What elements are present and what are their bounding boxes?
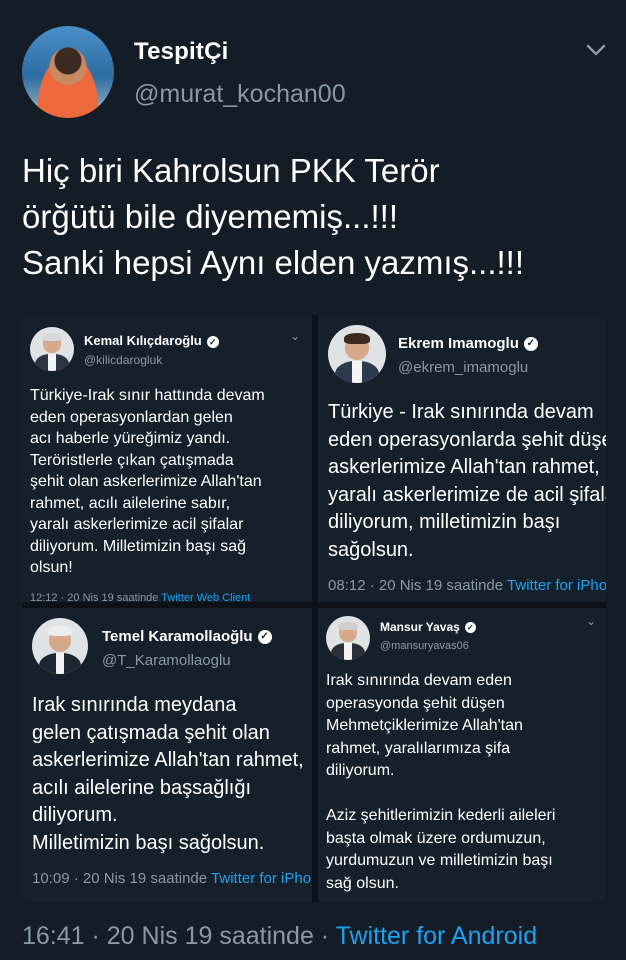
card-avatar <box>328 325 386 383</box>
tweet-media-collage[interactable]: Kemal Kılıçdaroğlu ✓ @kilicdarogluk ⌄ Tür… <box>22 315 606 902</box>
verified-badge-icon: ✓ <box>206 335 219 348</box>
tweet-text: Hiç biri Kahrolsun PKK Terör örğütü bile… <box>22 152 524 281</box>
card-tweet-text: Irak sınırında meydana gelen çatışmada ş… <box>32 694 304 854</box>
tweet-header: TespitÇi @murat_kochan00 <box>0 0 626 140</box>
card-time: 10:09 · 20 Nis 19 saatinde <box>32 870 208 887</box>
card-time: 12:12 · 20 Nis 19 saatinde <box>30 592 159 602</box>
card-timestamp: 10:09 · 20 Nis 19 saatinde Twitter for i… <box>32 870 312 887</box>
card-avatar <box>32 618 88 674</box>
card-tweet-text: Irak sınırında devam eden operasyonda şe… <box>326 672 556 892</box>
embedded-tweet-card: Kemal Kılıçdaroğlu ✓ @kilicdarogluk ⌄ Tür… <box>22 315 312 602</box>
card-source: Twitter Web Client <box>161 592 251 602</box>
card-author-name: Mansur Yavaş ✓ <box>380 620 476 634</box>
card-author-name-text: Temel Karamollaoğlu <box>102 628 253 645</box>
verified-badge-icon: ✓ <box>257 630 272 645</box>
card-timestamp: 12:12 · 20 Nis 19 saatinde Twitter Web C… <box>30 592 250 602</box>
author-avatar[interactable] <box>22 26 114 118</box>
card-author-handle: @T_Karamollaoglu <box>102 652 231 669</box>
verified-badge-icon: ✓ <box>464 622 476 634</box>
card-author-name-text: Mansur Yavaş <box>380 620 460 634</box>
embedded-tweet-card: Mansur Yavaş ✓ @mansuryavas06 ⌄ Irak sını… <box>318 608 606 902</box>
card-avatar <box>326 616 370 660</box>
card-author-name: Temel Karamollaoğlu ✓ <box>102 628 272 645</box>
card-source: Twitter for iPhone <box>211 870 312 887</box>
card-tweet-text: Türkiye - Irak sınırında devam eden oper… <box>328 401 606 561</box>
chevron-down-icon[interactable] <box>584 38 608 62</box>
tweet-timestamp-footer: 16:41 · 20 Nis 19 saatinde · Twitter for… <box>22 922 537 951</box>
card-source: Twitter for iPhone <box>507 577 606 594</box>
card-timestamp: 08:12 · 20 Nis 19 saatinde Twitter for i… <box>328 577 606 594</box>
embedded-tweet-card: Ekrem Imamoglu ✓ @ekrem_imamoglu Türkiye … <box>318 315 606 602</box>
card-time: 08:12 · 20 Nis 19 saatinde <box>328 577 504 594</box>
author-handle[interactable]: @murat_kochan00 <box>134 80 346 109</box>
card-tweet-text: Türkiye-Irak sınır hattında devam eden o… <box>30 387 265 576</box>
verified-badge-icon: ✓ <box>523 337 538 352</box>
tweet-source-link[interactable]: Twitter for Android <box>336 922 537 950</box>
card-author-handle: @ekrem_imamoglu <box>398 359 529 376</box>
embedded-tweet-card: Temel Karamollaoğlu ✓ @T_Karamollaoglu Ir… <box>22 608 312 902</box>
card-author-name-text: Ekrem Imamoglu <box>398 335 519 352</box>
card-author-handle: @mansuryavas06 <box>380 640 469 652</box>
chevron-down-icon: ⌄ <box>586 614 597 628</box>
card-author-name-text: Kemal Kılıçdaroğlu <box>84 333 202 348</box>
chevron-down-icon: ⌄ <box>290 329 301 343</box>
tweet-timestamp[interactable]: 16:41 · 20 Nis 19 saatinde <box>22 922 314 950</box>
card-author-name: Kemal Kılıçdaroğlu ✓ <box>84 333 219 348</box>
author-name[interactable]: TespitÇi <box>134 38 229 66</box>
timestamp-separator: · <box>313 922 336 950</box>
card-author-handle: @kilicdarogluk <box>84 353 163 367</box>
card-author-name: Ekrem Imamoglu ✓ <box>398 335 538 352</box>
card-avatar <box>30 327 74 371</box>
